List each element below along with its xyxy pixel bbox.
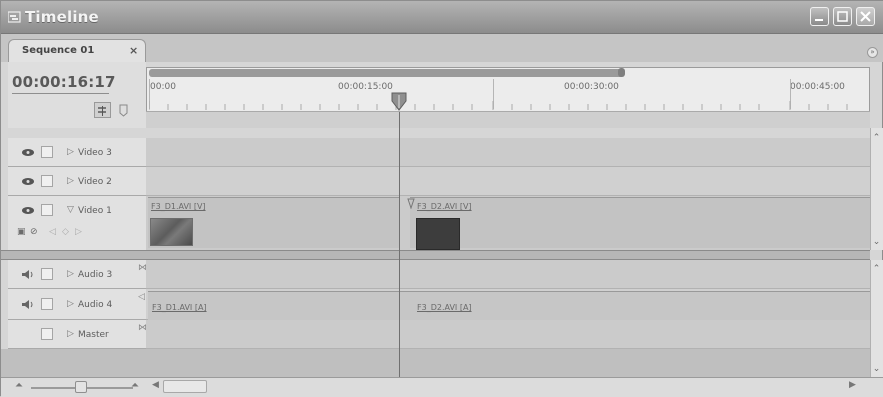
- scroll-down-icon[interactable]: ⌄: [871, 237, 882, 248]
- maximize-button[interactable]: [833, 7, 852, 26]
- ruler-tick-label: 00:00: [150, 82, 176, 92]
- work-area-end-handle[interactable]: [618, 68, 625, 77]
- track-name: Audio 3: [78, 270, 113, 280]
- track-name: Video 2: [78, 177, 112, 187]
- clip-audio4-b[interactable]: [412, 291, 870, 320]
- track-video2[interactable]: [146, 167, 870, 196]
- window-title: Timeline: [25, 8, 99, 26]
- lock-toggle[interactable]: [41, 204, 53, 216]
- track-header-master[interactable]: ▷ Master ⋈: [8, 320, 147, 349]
- mono-icon: ◁: [138, 292, 145, 302]
- audio-scrollbar[interactable]: [870, 260, 883, 377]
- timeline-window: Timeline Sequence 01 × » 00:00:16:17 00:…: [0, 0, 883, 397]
- playhead-icon[interactable]: [390, 92, 408, 112]
- header-controls: [8, 62, 146, 128]
- track-name: Video 1: [78, 206, 112, 216]
- clip-thumbnail: [416, 218, 460, 250]
- maximize-icon: [837, 11, 848, 22]
- lock-toggle[interactable]: [41, 328, 53, 340]
- empty-track-area[interactable]: [1, 349, 870, 377]
- triangle-right-icon[interactable]: ▷: [67, 269, 74, 279]
- track-header-video1[interactable]: ▽ Video 1: [8, 196, 146, 251]
- clip-video1-b[interactable]: [410, 197, 870, 248]
- clip-name: F3_D2.AVI [V]: [417, 202, 472, 211]
- lock-toggle[interactable]: [41, 175, 53, 187]
- triangle-right-icon[interactable]: ▷: [67, 329, 74, 339]
- ruler-tick-label: 00:00:30:00: [564, 82, 619, 92]
- scroll-left-icon[interactable]: ◀: [152, 380, 159, 390]
- track-header-video2[interactable]: ▷ Video 2: [8, 167, 146, 196]
- prev-keyframe-icon[interactable]: ◁: [49, 227, 56, 237]
- speaker-icon[interactable]: [21, 269, 35, 280]
- marker-icon[interactable]: [119, 104, 128, 117]
- timecode-underline: [12, 93, 109, 94]
- clip-name: F3_D2.AVI [A]: [417, 303, 472, 312]
- speaker-icon[interactable]: [21, 299, 35, 310]
- track-video3[interactable]: [146, 138, 870, 167]
- zoom-slider-thumb[interactable]: [75, 381, 87, 393]
- ruler-minor-ticks: [149, 101, 848, 110]
- lock-toggle[interactable]: [41, 268, 53, 280]
- video1-display-tools: ▣ ⊘ ◁ ◇ ▷: [17, 227, 127, 241]
- triangle-down-icon[interactable]: ▽: [67, 205, 74, 215]
- snap-icon: [98, 106, 106, 116]
- ruler-lower-band: [146, 111, 870, 128]
- triangle-right-icon[interactable]: ▷: [67, 176, 74, 186]
- triangle-right-icon[interactable]: ▷: [67, 147, 74, 157]
- eye-icon[interactable]: [21, 148, 35, 157]
- scroll-up-icon[interactable]: ⌃: [871, 133, 882, 144]
- transition-marker-icon: [407, 198, 415, 209]
- minimize-button[interactable]: [810, 7, 829, 26]
- scroll-up-icon[interactable]: ⌃: [871, 264, 882, 275]
- track-name: Master: [78, 330, 109, 340]
- track-name: Video 3: [78, 148, 112, 158]
- zoom-out-icon[interactable]: ⏶: [15, 380, 23, 391]
- track-header-audio4[interactable]: ▷ Audio 4 ◁: [8, 289, 146, 320]
- eye-icon[interactable]: [21, 206, 35, 215]
- track-master[interactable]: [146, 320, 870, 349]
- track-header-audio3[interactable]: ▷ Audio 3 ⋈: [8, 260, 147, 289]
- clip-thumbnail: [150, 218, 193, 246]
- lock-toggle[interactable]: [41, 298, 53, 310]
- playhead-line: [399, 112, 400, 377]
- tab-sequence[interactable]: Sequence 01 ×: [8, 39, 146, 63]
- minimize-icon: [815, 19, 823, 21]
- scroll-down-icon[interactable]: ⌄: [871, 364, 882, 375]
- close-icon: [860, 11, 871, 22]
- next-keyframe-icon[interactable]: ▷: [75, 227, 82, 237]
- track-header-video3[interactable]: ▷ Video 3: [8, 138, 146, 167]
- triangle-right-icon[interactable]: ▷: [67, 299, 74, 309]
- track-audio3[interactable]: [146, 260, 870, 289]
- display-style-icon[interactable]: ▣: [17, 227, 26, 237]
- add-keyframe-icon[interactable]: ◇: [62, 227, 69, 237]
- title-bar[interactable]: Timeline: [1, 1, 883, 34]
- horizontal-scroll-thumb[interactable]: [163, 380, 207, 393]
- ruler-tick-label: 00:00:45:00: [790, 82, 845, 92]
- eye-icon[interactable]: [21, 177, 35, 186]
- current-timecode[interactable]: 00:00:16:17: [12, 73, 116, 91]
- scroll-right-icon[interactable]: ▶: [849, 380, 856, 390]
- lock-toggle[interactable]: [41, 146, 53, 158]
- panel-menu-icon[interactable]: »: [867, 47, 878, 58]
- timeline-icon: [8, 11, 21, 23]
- zoom-in-icon[interactable]: ⏶: [131, 380, 139, 391]
- ruler-tick-label: 00:00:15:00: [338, 82, 393, 92]
- clip-name: F3_D1.AVI [A]: [152, 303, 207, 312]
- close-button[interactable]: [856, 7, 875, 26]
- keyframe-toggle-icon[interactable]: ⊘: [30, 227, 38, 237]
- video-scrollbar[interactable]: [870, 128, 883, 250]
- snap-button[interactable]: [94, 102, 111, 118]
- tab-label: Sequence 01: [22, 45, 95, 56]
- tab-close-icon[interactable]: ×: [129, 44, 138, 57]
- track-name: Audio 4: [78, 300, 113, 310]
- video-audio-divider[interactable]: [1, 250, 870, 260]
- work-area-bar[interactable]: [149, 69, 624, 77]
- clip-name: F3_D1.AVI [V]: [151, 202, 206, 211]
